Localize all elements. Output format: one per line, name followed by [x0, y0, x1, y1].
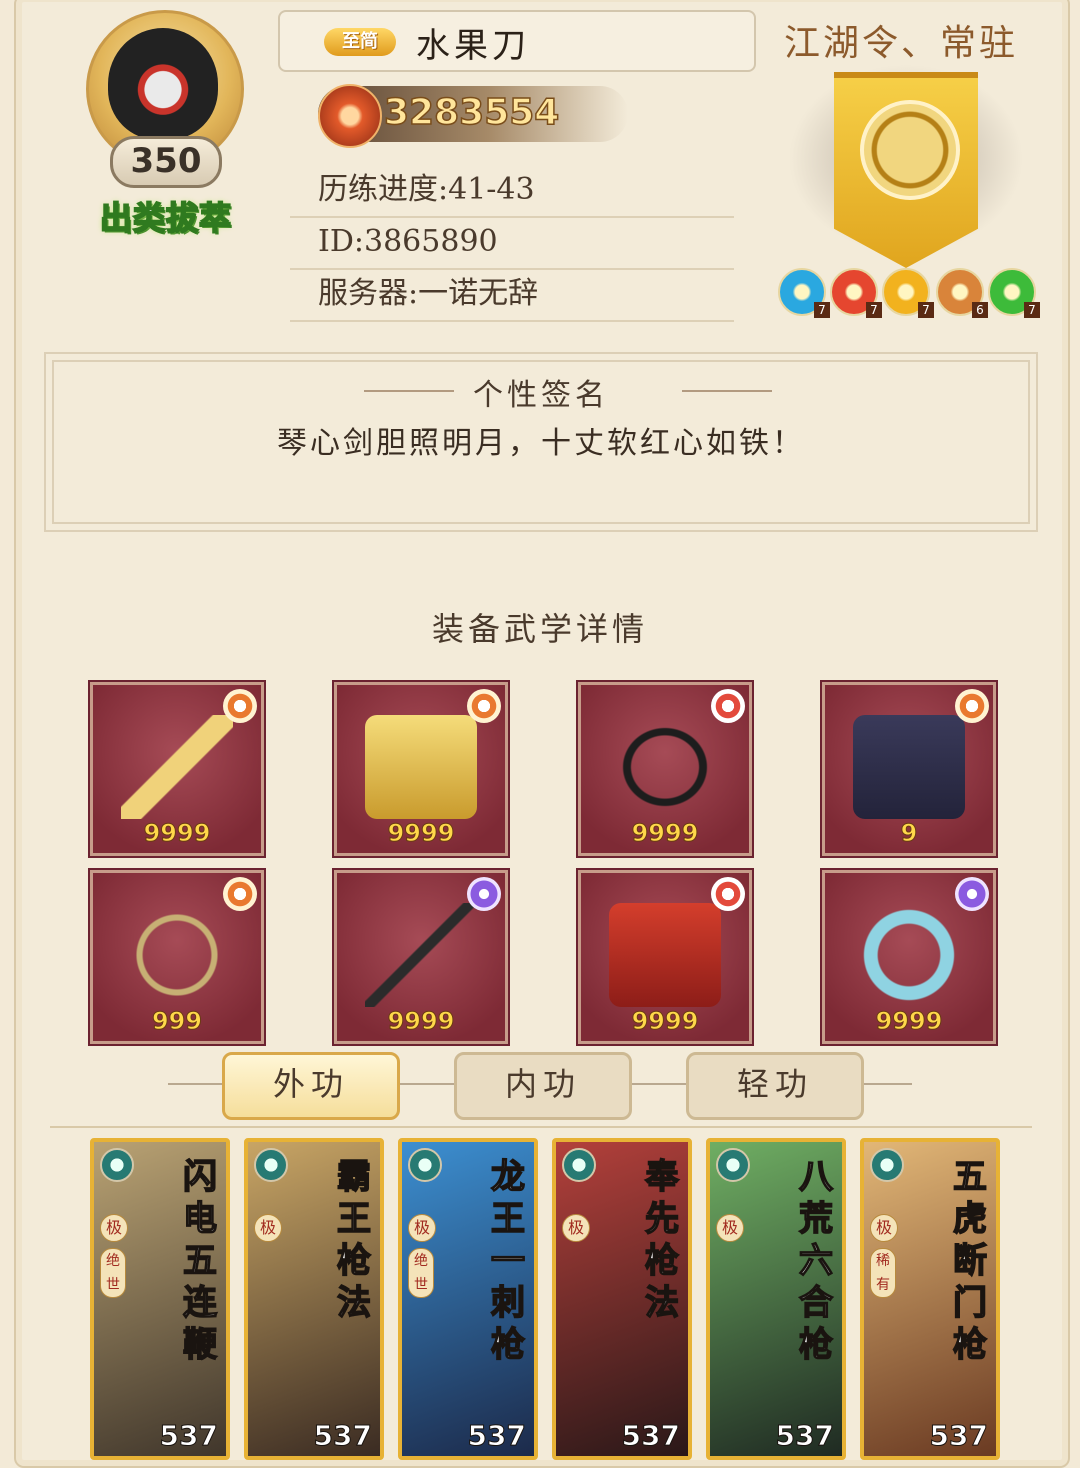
item-count: 9999: [143, 819, 211, 848]
skill-rank: 极: [870, 1214, 898, 1242]
skill-card[interactable]: 龙王一刺枪 极绝世 537: [398, 1138, 538, 1460]
avatar[interactable]: 350: [78, 10, 248, 188]
item-count: 999: [151, 1007, 203, 1036]
skill-tag: 稀有: [870, 1248, 896, 1298]
quality-mark-icon: [711, 689, 745, 723]
quality-mark-icon: [955, 877, 989, 911]
bracer-icon: [609, 903, 721, 1007]
skill-rank: 极: [100, 1214, 128, 1242]
level-badge: 350: [110, 136, 222, 188]
gem-icon[interactable]: 7: [882, 268, 934, 318]
item-count: 9999: [387, 819, 455, 848]
id-text: ID:3865890: [318, 224, 498, 259]
necklace-icon: [121, 903, 233, 1007]
avatar-portrait: [108, 28, 218, 140]
quality-mark-icon: [955, 689, 989, 723]
gem-level: 7: [814, 302, 830, 318]
quality-mark-icon: [711, 877, 745, 911]
skill-rank: 极: [716, 1214, 744, 1242]
equipment-slot[interactable]: 9999: [578, 870, 752, 1044]
fan-icon: [254, 1148, 288, 1182]
item-count: 9999: [631, 1007, 699, 1036]
equipment-slot[interactable]: 999: [90, 870, 264, 1044]
ring-icon: [853, 903, 965, 1007]
jianghu-title: 江湖令、常驻: [784, 23, 1019, 64]
equipment-slot[interactable]: 9999: [822, 870, 996, 1044]
gem-icon[interactable]: 7: [778, 268, 830, 318]
skill-card[interactable]: 八荒六合枪 极 537: [706, 1138, 846, 1460]
equipment-slot[interactable]: 9999: [334, 870, 508, 1044]
tab-inner-skill[interactable]: 内功: [454, 1052, 632, 1120]
signature-box: 个性签名 琴心剑胆照明月，十丈软红心如铁！: [44, 352, 1038, 532]
gem-level: 7: [918, 302, 934, 318]
skill-level: 537: [159, 1419, 218, 1453]
skill-level: 537: [313, 1419, 372, 1453]
rank-badge: 至简: [324, 28, 396, 56]
hairpin-icon: [365, 903, 477, 1007]
skill-rank: 极: [562, 1214, 590, 1242]
item-count: 9999: [387, 1007, 455, 1036]
fan-icon: [870, 1148, 904, 1182]
skill-name: 霸王枪法: [336, 1156, 372, 1324]
signature-title: 个性签名: [473, 378, 609, 413]
equipment-slot[interactable]: 9999: [334, 682, 508, 856]
skill-level: 537: [467, 1419, 526, 1453]
skill-tag: 绝世: [100, 1248, 126, 1298]
skill-card[interactable]: 霸王枪法 极 537: [244, 1138, 384, 1460]
skill-level: 537: [775, 1419, 834, 1453]
skill-name: 龙王一刺枪: [490, 1156, 526, 1366]
gem-level: 6: [972, 302, 988, 318]
gem-level: 7: [866, 302, 882, 318]
skill-level: 537: [621, 1419, 680, 1453]
quality-mark-icon: [467, 689, 501, 723]
gem-icon[interactable]: 7: [830, 268, 882, 318]
power-value: 3283554: [383, 91, 560, 134]
fan-icon: [562, 1148, 596, 1182]
quality-mark-icon: [467, 877, 501, 911]
signature-text: 琴心剑胆照明月，十丈软红心如铁！: [277, 426, 805, 461]
equipment-slot[interactable]: 9999: [578, 682, 752, 856]
gem-icon[interactable]: 7: [988, 268, 1040, 318]
skill-name: 八荒六合枪: [798, 1156, 834, 1366]
skill-name: 闪电五连鞭: [182, 1156, 218, 1366]
equipment-slot[interactable]: 9: [822, 682, 996, 856]
server-text: 服务器:一诺无辞: [318, 276, 539, 311]
gem-icon[interactable]: 6: [936, 268, 988, 318]
tab-outer-skill[interactable]: 外功: [222, 1052, 400, 1120]
progress-row: 历练进度:41-43: [290, 164, 734, 218]
player-name: 水果刀: [416, 26, 530, 66]
skill-name: 五虎断门枪: [952, 1156, 988, 1366]
staff-icon: [121, 715, 233, 819]
item-count: 9999: [875, 1007, 943, 1036]
item-count: 9: [900, 819, 918, 848]
skill-level: 537: [929, 1419, 988, 1453]
dragon-emblem-icon: [860, 100, 960, 200]
server-row: 服务器:一诺无辞: [290, 268, 734, 322]
boots-icon: [853, 715, 965, 819]
equipment-title: 装备武学详情: [431, 610, 648, 648]
name-box: 至简 水果刀: [278, 10, 756, 72]
equipment-slot[interactable]: 9999: [90, 682, 264, 856]
skill-card[interactable]: 闪电五连鞭 极绝世 537: [90, 1138, 230, 1460]
gem-level: 7: [1024, 302, 1040, 318]
robe-icon: [365, 715, 477, 819]
progress-text: 历练进度:41-43: [318, 172, 535, 207]
fan-icon: [100, 1148, 134, 1182]
sword-power-icon: [318, 84, 382, 148]
item-count: 9999: [631, 819, 699, 848]
skill-card[interactable]: 奉先枪法 极 537: [552, 1138, 692, 1460]
fan-icon: [408, 1148, 442, 1182]
skill-name: 奉先枪法: [644, 1156, 680, 1324]
quality-mark-icon: [223, 689, 257, 723]
fan-icon: [716, 1148, 750, 1182]
skill-tag: 绝世: [408, 1248, 434, 1298]
id-row: ID:3865890: [290, 216, 734, 270]
title-badge: 出类拔萃: [99, 198, 232, 238]
tab-lightness-skill[interactable]: 轻功: [686, 1052, 864, 1120]
skill-rank: 极: [254, 1214, 282, 1242]
skill-card[interactable]: 五虎断门枪 极稀有 537: [860, 1138, 1000, 1460]
belt-icon: [609, 715, 721, 819]
quality-mark-icon: [223, 877, 257, 911]
skill-rank: 极: [408, 1214, 436, 1242]
